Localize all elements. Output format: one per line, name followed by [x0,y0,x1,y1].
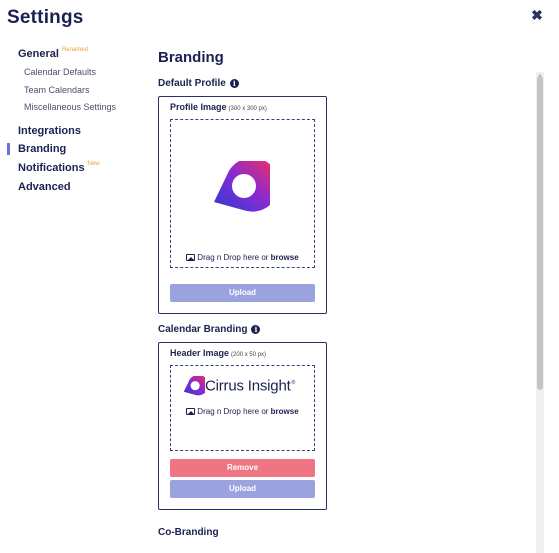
dimensions-hint: (200 x 50 px) [231,352,267,358]
cirrus-logo-mark [183,374,209,396]
remove-button[interactable]: Remove [170,459,315,477]
card-title: Header Image [170,348,230,358]
sidebar-item-advanced[interactable]: Advanced [18,181,71,193]
sidebar-item-label: Notifications [18,162,85,174]
dropzone-instructions: Drag n Drop here or browse [171,407,314,416]
page-title: Settings [7,7,84,28]
calendar-branding-label: Calendar Branding [158,324,248,335]
renamed-badge: Renamed [61,47,88,53]
browse-link[interactable]: browse [271,253,299,262]
default-profile-heading: Default Profile i [158,78,239,89]
info-icon[interactable]: i [251,325,261,334]
upload-button[interactable]: Upload [170,480,315,498]
cirrus-insight-logo: Cirrus Insight® [183,374,296,398]
dropzone-instructions: Drag n Drop here or browse [171,253,314,262]
sidebar-item-branding[interactable]: Branding [18,143,66,155]
header-image-dropzone[interactable]: Cirrus Insight® Drag n Drop here or brow… [170,365,315,451]
browse-link[interactable]: browse [271,407,299,416]
sidebar-item-miscellaneous-settings[interactable]: Miscellaneous Settings [24,102,116,112]
sidebar-item-notifications[interactable]: Notifications New [18,161,100,174]
calendar-branding-heading: Calendar Branding i [158,324,261,335]
section-title: Branding [158,49,224,66]
co-branding-heading: Co-Branding [158,527,219,538]
profile-image-dropzone[interactable]: Drag n Drop here or browse [170,119,315,268]
close-icon[interactable]: ✖ [530,8,544,22]
profile-image-label: Profile Image (300 x 300 px) [170,102,267,112]
logo-text: Cirrus Insight [205,377,291,395]
new-badge: New [87,161,100,167]
profile-image-card: Profile Image (300 x 300 px) Drag n Drop … [158,96,327,314]
scrollbar-thumb[interactable] [537,76,543,390]
sidebar-item-label: General [18,48,59,60]
default-profile-label: Default Profile [158,78,226,89]
profile-logo-image [214,161,270,212]
drop-text: Drag n Drop here or [197,407,271,416]
active-indicator [7,143,10,155]
card-title: Profile Image [170,102,227,112]
registered-mark: ® [291,380,296,387]
upload-button[interactable]: Upload [170,284,315,302]
sidebar-item-calendar-defaults[interactable]: Calendar Defaults [24,67,96,77]
sidebar-item-integrations[interactable]: Integrations [18,125,81,137]
info-icon[interactable]: i [229,79,239,88]
image-icon [186,254,196,261]
sidebar-item-general[interactable]: General Renamed [18,47,88,60]
header-image-label: Header Image (200 x 50 px) [170,348,266,358]
drop-text: Drag n Drop here or [197,253,271,262]
header-image-card: Header Image (200 x 50 px) Cirrus Insight… [158,342,327,510]
dimensions-hint: (300 x 300 px) [228,106,267,112]
sidebar-item-team-calendars[interactable]: Team Calendars [24,85,90,95]
image-icon [186,408,196,415]
